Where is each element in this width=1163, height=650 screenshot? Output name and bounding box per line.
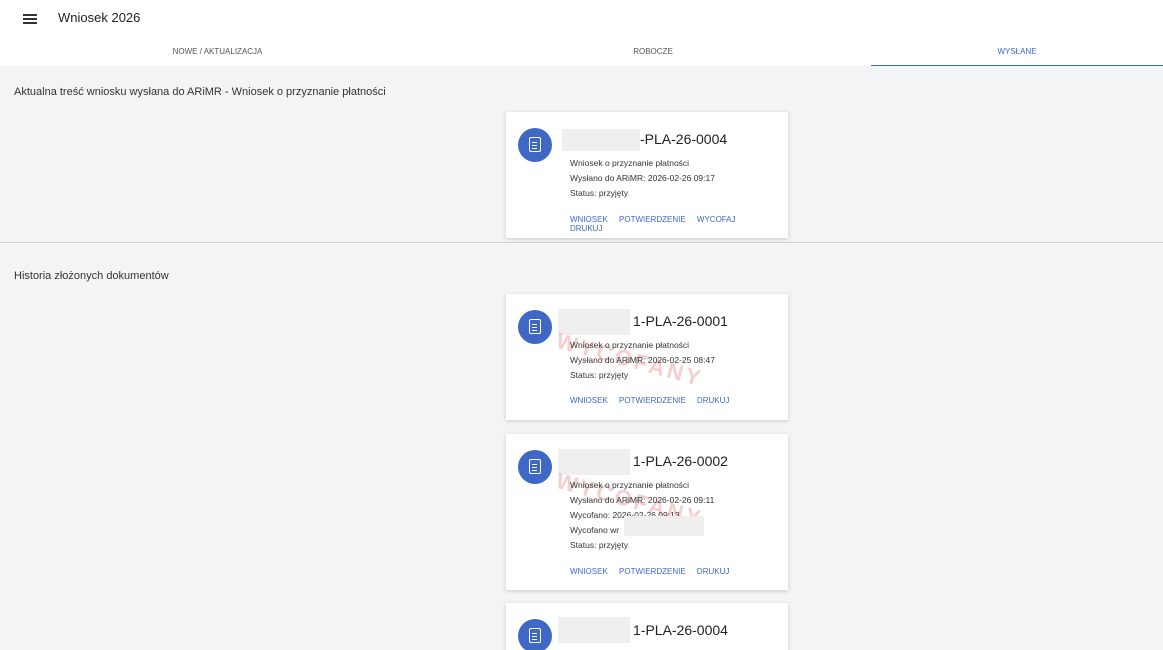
top-bar: Wniosek 2026 [0,0,1163,42]
history-card: 1-PLA-26-0002 WYCOFANY Wniosek o przyzna… [506,434,788,590]
card-status: Status: przyjęty [570,370,629,380]
card-details: Wniosek o przyznanie płatności Wysłano d… [570,156,715,201]
card-status: Status: przyjęty [570,540,629,550]
hamburger-menu-icon[interactable] [18,9,42,29]
card-sent-date: Wysłano do ARiMR: 2026-02-26 09:17 [570,173,715,183]
card-type: Wniosek o przyznanie płatności [570,340,690,350]
application-id: -PLA-26-0004 [640,131,728,147]
card-status: Status: przyjęty [570,188,629,198]
section-divider [0,242,1163,243]
redacted-id-prefix [562,129,640,151]
current-application-card: -PLA-26-0004 Wniosek o przyznanie płatno… [506,112,788,238]
document-icon [518,619,552,650]
tab-nowe-aktualizacja[interactable]: NOWE / AKTUALIZACJA [0,42,435,66]
card-details: Wniosek o przyznanie płatności Wysłano d… [570,338,715,383]
drukuj-link[interactable]: DRUKUJ [570,224,602,233]
history-card: 1-PLA-26-0004 [506,603,788,650]
redacted-withdrawn-ref [624,516,704,536]
tab-wyslane[interactable]: WYSŁANE [871,42,1163,66]
potwierdzenie-link[interactable]: POTWIERDZENIE [619,215,686,224]
document-icon [518,450,552,484]
tab-bar: NOWE / AKTUALIZACJA ROBOCZE WYSŁANE [0,42,1163,66]
current-section-title: Aktualna treść wniosku wysłana do ARiMR … [14,86,386,98]
card-actions: WNIOSEK POTWIERDZENIE DRUKUJ [570,396,738,405]
document-icon [518,310,552,344]
card-actions: WNIOSEK POTWIERDZENIE WYCOFAJ DRUKUJ [570,215,788,233]
card-sent-date: Wysłano do ARiMR: 2026-02-25 08:47 [570,355,715,365]
app-title: Wniosek 2026 [58,10,141,25]
application-id: 1-PLA-26-0004 [633,622,728,638]
document-icon [518,128,552,162]
application-id: 1-PLA-26-0002 [633,453,728,469]
wniosek-link[interactable]: WNIOSEK [570,567,608,576]
drukuj-link[interactable]: DRUKUJ [697,567,729,576]
card-actions: WNIOSEK POTWIERDZENIE DRUKUJ [570,567,738,576]
potwierdzenie-link[interactable]: POTWIERDZENIE [619,396,686,405]
card-type: Wniosek o przyznanie płatności [570,480,690,490]
wniosek-link[interactable]: WNIOSEK [570,396,608,405]
potwierdzenie-link[interactable]: POTWIERDZENIE [619,567,686,576]
tab-robocze[interactable]: ROBOCZE [435,42,871,66]
card-type: Wniosek o przyznanie płatności [570,158,690,168]
redacted-id-prefix [558,617,630,643]
history-card: 1-PLA-26-0001 WYCOFANY Wniosek o przyzna… [506,294,788,420]
history-section-title: Historia złożonych dokumentów [14,270,169,282]
drukuj-link[interactable]: DRUKUJ [697,396,729,405]
wycofaj-link[interactable]: WYCOFAJ [697,215,736,224]
card-sent-date: Wysłano do ARiMR: 2026-02-26 09:11 [570,495,715,505]
wniosek-link[interactable]: WNIOSEK [570,215,608,224]
application-id: 1-PLA-26-0001 [633,313,728,329]
